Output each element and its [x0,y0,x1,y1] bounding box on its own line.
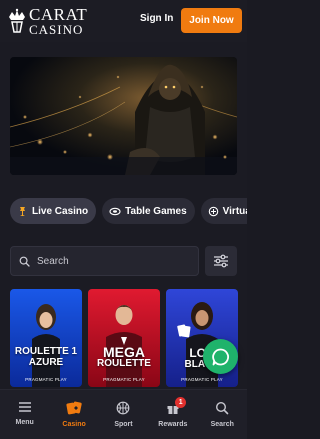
filter-sliders-icon [214,254,228,268]
nav-label: Search [210,421,234,428]
search-bar [10,246,199,276]
game-title-line2: ROULETTE [97,358,151,369]
chip-label: Virtual G [222,205,247,217]
basketball-icon [117,401,130,415]
nav-rewards[interactable]: 1 Rewards [148,390,197,439]
hero-promo-image [10,57,237,175]
game-cards-row: ROULETTE 1 AZURE PRAGMATIC PLAY MEGA ROU… [10,289,247,387]
chip-label: Table Games [125,205,187,217]
game-provider: PRAGMATIC PLAY [181,377,223,382]
live-chat-button[interactable] [203,339,238,374]
top-header: CARAT CASINO Sign In Join Now [0,0,247,42]
chip-table-games[interactable]: Table Games [102,198,195,224]
chat-bubble-icon [211,348,229,365]
search-input[interactable] [37,255,187,267]
game-thumbnail [88,289,160,387]
casino-icon [66,401,82,415]
rewards-badge: 1 [175,397,187,408]
game-title-line1: ROULETTE 1 [14,346,78,357]
chip-label: Live Casino [32,205,89,217]
crown-logo-icon [9,8,25,33]
game-title-line2: AZURE [28,357,64,368]
chip-virtual-games[interactable]: Virtual G [200,198,247,224]
chip-live-casino[interactable]: Live Casino [10,198,97,224]
sign-in-link[interactable]: Sign In [140,13,173,24]
join-now-button[interactable]: Join Now [181,8,242,33]
category-chips: Live Casino Table Games Virtual G [10,198,247,224]
game-card-mega-roulette[interactable]: MEGA ROULETTE PRAGMATIC PLAY [88,289,160,387]
nav-label: Menu [15,419,34,426]
nav-sport[interactable]: Sport [99,390,148,439]
game-title-line1: MEGA [103,344,145,360]
hero-banner[interactable] [10,57,237,175]
nav-label: Casino [62,421,86,428]
nav-label: Rewards [158,421,188,428]
virtual-games-icon [208,206,219,217]
logo-word-carat: CARAT [29,5,88,24]
game-provider: PRAGMATIC PLAY [25,377,67,382]
game-provider: PRAGMATIC PLAY [103,377,145,382]
game-card-roulette-azure[interactable]: ROULETTE 1 AZURE PRAGMATIC PLAY [10,289,82,387]
logo-word-casino: CASINO [29,22,84,37]
carat-casino-logo[interactable]: CARAT CASINO [6,6,96,36]
search-icon [19,256,30,267]
live-casino-icon [17,206,28,217]
nav-menu[interactable]: Menu [0,390,49,439]
search-icon [216,401,229,415]
page: CARAT CASINO Sign In Join Now Live Casin… [0,0,247,439]
bottom-navigation: Menu Casino Sport 1 Rewards Search [0,389,247,439]
table-games-icon [109,206,121,217]
game-thumbnail [10,289,82,387]
nav-casino[interactable]: Casino [49,390,98,439]
nav-label: Sport [114,421,133,428]
menu-icon [18,402,31,412]
filter-button[interactable] [205,246,237,276]
nav-search[interactable]: Search [198,390,247,439]
